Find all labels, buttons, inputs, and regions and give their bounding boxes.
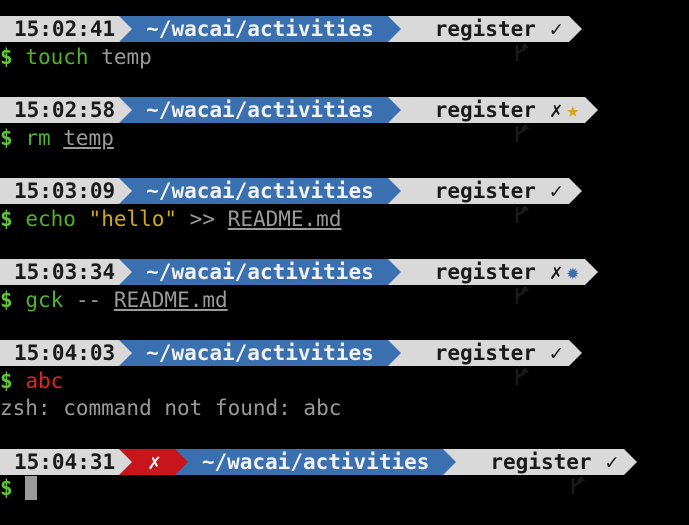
file-argument: temp <box>63 126 114 150</box>
prompt-line: 15:03:34 ~/wacai/activities register ✗ ✹ <box>0 258 599 304</box>
branch-name: register <box>490 450 592 474</box>
prompt-time: 15:02:58 <box>0 97 120 123</box>
prompt-path: ~/wacai/activities <box>132 16 388 42</box>
separator <box>387 259 401 285</box>
separator <box>387 340 401 366</box>
clean-check-icon: ✓ <box>605 450 619 474</box>
separator <box>387 97 401 123</box>
separator <box>568 16 582 42</box>
separator <box>119 97 133 123</box>
prompt-path: ~/wacai/activities <box>187 449 444 475</box>
prompt-git: register ✗ ✹ <box>400 259 586 304</box>
separator <box>119 259 133 285</box>
git-branch-icon <box>411 181 529 223</box>
string-argument: "hello" <box>88 207 178 231</box>
modified-burst-icon: ✹ <box>566 260 580 284</box>
branch-name: register <box>434 179 536 203</box>
separator <box>443 449 457 475</box>
clean-check-icon: ✓ <box>549 17 563 41</box>
prompt-path: ~/wacai/activities <box>132 259 388 285</box>
option-separator: -- <box>75 288 102 312</box>
git-branch-icon <box>411 343 529 385</box>
argument: temp <box>101 45 152 69</box>
dirty-x-icon: ✗ <box>549 98 563 122</box>
command: touch <box>25 45 89 69</box>
dollar-sign: $ <box>0 476 13 500</box>
dollar-sign: $ <box>0 45 13 69</box>
untracked-star-icon: ★ <box>566 98 580 122</box>
prompt-time: 15:02:41 <box>0 16 120 42</box>
dollar-sign: $ <box>0 126 13 150</box>
prompt-path: ~/wacai/activities <box>132 178 388 204</box>
prompt-path: ~/wacai/activities <box>132 97 388 123</box>
prompt-time: 15:03:09 <box>0 178 120 204</box>
branch-name: register <box>434 341 536 365</box>
prompt-path: ~/wacai/activities <box>132 340 388 366</box>
separator <box>119 178 133 204</box>
clean-check-icon: ✓ <box>549 341 563 365</box>
command: gck <box>25 288 64 312</box>
separator <box>624 449 638 475</box>
prompt-time: 15:04:03 <box>0 340 120 366</box>
prompt-time: 15:03:34 <box>0 259 120 285</box>
separator <box>585 259 599 285</box>
file-argument: README.md <box>113 288 228 312</box>
redirect-operator: >> <box>189 207 216 231</box>
error-text: zsh: command not found: abc <box>0 396 342 420</box>
separator <box>119 16 133 42</box>
prompt-line: 15:02:41 ~/wacai/activities register ✓ <box>0 15 582 61</box>
git-branch-icon <box>411 19 529 61</box>
separator <box>119 340 133 366</box>
dirty-x-icon: ✗ <box>549 260 563 284</box>
command: echo <box>25 207 76 231</box>
error-status-icon: ✗ <box>132 449 175 475</box>
separator <box>174 449 188 475</box>
prompt-time: 15:04:31 <box>0 449 120 475</box>
prompt-git: register ✗ ★ <box>400 97 586 142</box>
branch-name: register <box>434 98 536 122</box>
clean-check-icon: ✓ <box>549 179 563 203</box>
error-output: zsh: command not found: abc <box>0 394 341 422</box>
separator <box>568 178 582 204</box>
separator <box>387 16 401 42</box>
prompt-line: 15:03:09 ~/wacai/activities register ✓ <box>0 177 582 223</box>
git-branch-icon <box>411 100 529 142</box>
branch-name: register <box>434 17 536 41</box>
command-line: $ touch temp <box>0 43 152 71</box>
prompt-line: 15:02:58 ~/wacai/activities register ✗ ★ <box>0 96 599 142</box>
dollar-sign: $ <box>0 369 13 393</box>
prompt-git: register ✓ <box>400 340 569 385</box>
terminal-window[interactable]: 15:02:41 ~/wacai/activities register ✓ $… <box>0 0 689 509</box>
command-line: $ rm temp <box>0 124 114 152</box>
command-line: $ abc <box>0 367 63 395</box>
prompt-git: register ✓ <box>456 449 625 494</box>
prompt-git: register ✓ <box>400 16 569 61</box>
git-branch-icon <box>466 452 585 494</box>
prompt-git: register ✓ <box>400 178 569 223</box>
separator <box>568 340 582 366</box>
git-branch-icon <box>411 262 529 304</box>
command-line: $ gck -- README.md <box>0 286 228 314</box>
prompt-line: 15:04:31 ✗ ~/wacai/activities register ✓ <box>0 448 638 494</box>
command-line: $ echo "hello" >> README.md <box>0 205 341 233</box>
text-cursor[interactable] <box>25 476 38 500</box>
file-argument: README.md <box>227 207 342 231</box>
command-line[interactable]: $ <box>0 474 38 502</box>
prompt-line: 15:04:03 ~/wacai/activities register ✓ <box>0 339 582 385</box>
branch-name: register <box>434 260 536 284</box>
separator <box>387 178 401 204</box>
invalid-command: abc <box>25 369 64 393</box>
separator <box>119 449 133 475</box>
dollar-sign: $ <box>0 288 13 312</box>
dollar-sign: $ <box>0 207 13 231</box>
command: rm <box>25 126 51 150</box>
separator <box>585 97 599 123</box>
